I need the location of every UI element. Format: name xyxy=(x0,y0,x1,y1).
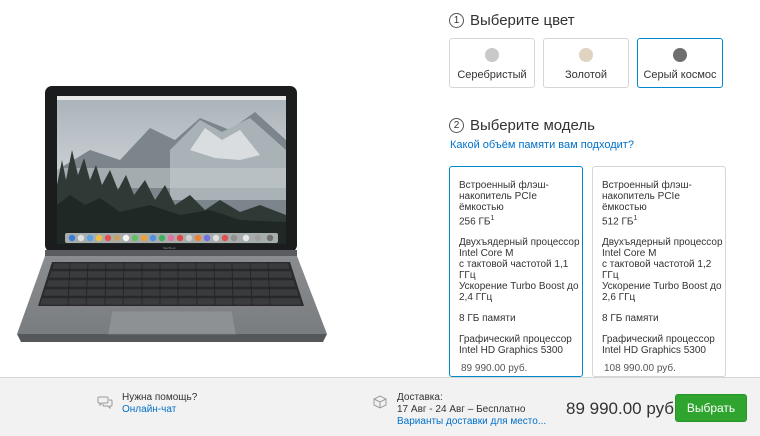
online-chat-link[interactable]: Онлайн-чат xyxy=(122,404,197,416)
trackpad xyxy=(107,310,237,335)
total-price: 89 990.00 руб. xyxy=(566,399,679,418)
footnote-mark: 1 xyxy=(633,215,638,222)
select-button[interactable]: Выбрать xyxy=(675,394,747,422)
shipping-dates: 17 Авг - 24 Авг – Бесплатно xyxy=(397,404,526,415)
help-title: Нужна помощь? xyxy=(122,392,198,403)
color-option-label: Серый космос xyxy=(643,69,717,81)
step-color-label: Выберите цвет xyxy=(470,12,575,29)
shipping-block: Доставка: 17 Авг - 24 Авг – Бесплатно Ва… xyxy=(397,392,546,428)
color-option-gold[interactable]: Золотой xyxy=(543,38,629,88)
color-option-label: Золотой xyxy=(564,69,608,81)
model-cpu: Двухъядерный процессор Intel Core M с та… xyxy=(602,237,723,304)
silver-swatch-icon xyxy=(485,48,499,62)
model-price: 89 990.00 руб. xyxy=(461,363,528,375)
color-option-label: Серебристый xyxy=(457,69,527,81)
shipping-title: Доставка: xyxy=(397,392,443,403)
model-card-256gb[interactable]: Встроенный флэш- накопитель PCIe ёмкость… xyxy=(449,166,583,377)
gold-swatch-icon xyxy=(579,48,593,62)
chat-icon xyxy=(97,395,113,414)
step-number-1: 1 xyxy=(449,13,464,28)
model-card-512gb[interactable]: Встроенный флэш- накопитель PCIe ёмкость… xyxy=(592,166,726,377)
footnote-mark: 1 xyxy=(490,215,495,222)
step-model-label: Выберите модель xyxy=(470,117,595,134)
memory-help-link[interactable]: Какой объём памяти вам подходит? xyxy=(450,139,634,151)
laptop-brand: MacBook xyxy=(163,246,176,250)
purchase-bar: Нужна помощь? Онлайн-чат Доставка: 17 Ав… xyxy=(0,377,760,436)
step-model-title: 2 Выберите модель xyxy=(449,117,595,134)
model-cpu: Двухъядерный процессор Intel Core M с та… xyxy=(459,237,580,304)
package-icon xyxy=(373,395,387,414)
shipping-options-link[interactable]: Варианты доставки для место... xyxy=(397,416,546,428)
color-option-silver[interactable]: Серебристый xyxy=(449,38,535,88)
model-gpu: Графический процессор Intel HD Graphics … xyxy=(602,334,715,357)
step-color-title: 1 Выберите цвет xyxy=(449,12,575,29)
model-storage: Встроенный флэш- накопитель PCIe ёмкость… xyxy=(459,180,549,228)
macbook-illustration xyxy=(17,86,327,342)
help-block: Нужна помощь? Онлайн-чат xyxy=(122,392,197,416)
model-gpu: Графический процессор Intel HD Graphics … xyxy=(459,334,572,357)
model-memory: 8 ГБ памяти xyxy=(602,313,659,325)
model-memory: 8 ГБ памяти xyxy=(459,313,516,325)
model-price: 108 990.00 руб. xyxy=(604,363,676,375)
step-number-2: 2 xyxy=(449,118,464,133)
color-option-space-gray[interactable]: Серый космос xyxy=(637,38,723,88)
model-storage: Встроенный флэш- накопитель PCIe ёмкость… xyxy=(602,180,692,228)
product-image: MacBook xyxy=(0,0,340,370)
space-gray-swatch-icon xyxy=(673,48,687,62)
